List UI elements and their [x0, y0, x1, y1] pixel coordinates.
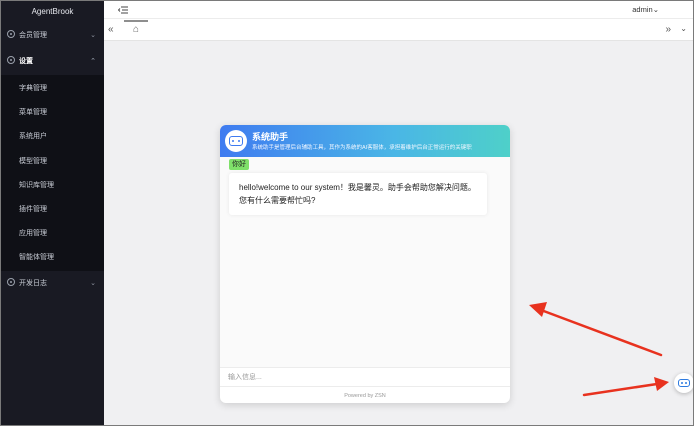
powered-by-footer: Powered by ZSN	[344, 393, 386, 399]
sidebar-item-applications[interactable]: 应用管理	[1, 222, 104, 246]
chat-header: 系统助手 系统助手是管理后台辅助工具，其作为系统的AI客服体，承担着维护后台正常…	[220, 125, 510, 157]
sidebar-menu-dev-log[interactable]: 开发日志 ⌄	[1, 271, 104, 297]
robot-icon	[678, 379, 690, 387]
settings-submenu: 字典管理 菜单管理 系统用户 模型管理 知识库管理 插件管理 应用管理 智能体管…	[1, 75, 104, 271]
username: admin	[632, 5, 653, 14]
sidebar-item-menus[interactable]: 菜单管理	[1, 101, 104, 125]
sidebar-item-models[interactable]: 模型管理	[1, 150, 104, 174]
bot-message-line: 您有什么需要帮忙吗?	[239, 196, 316, 205]
gear-icon	[7, 277, 15, 286]
chat-title: 系统助手	[252, 132, 289, 142]
sidebar-item-plugins[interactable]: 插件管理	[1, 198, 104, 222]
sidebar-item-system-users[interactable]: 系统用户	[1, 125, 104, 149]
sidebar-menu-settings[interactable]: 设置 ⌃	[1, 49, 104, 75]
sidebar-menu-members[interactable]: 会员管理 ⌄	[1, 23, 104, 49]
chat-subtitle: 系统助手是管理后台辅助工具，其作为系统的AI客服体，承担着维护后台正常运行的关键…	[252, 145, 472, 151]
chat-input-bar	[220, 367, 510, 387]
home-icon: ⌂	[132, 24, 140, 35]
sidebar-menu-label: 开发日志	[19, 279, 47, 287]
sidebar-item-dictionary[interactable]: 字典管理	[1, 77, 104, 101]
menu-fold-icon[interactable]	[118, 5, 128, 15]
assistant-float-button[interactable]	[674, 373, 693, 393]
app-window: AgentBrook 会员管理 ⌄ 设置 ⌃ 字典管理 菜单管理 系统用户 模型…	[0, 0, 694, 426]
bot-message-bubble: hello!welcome to our system！我是馨灵。助手会帮助您解…	[229, 173, 487, 215]
scroll-left-icon[interactable]: «	[108, 24, 114, 35]
chevron-up-icon: ⌃	[90, 58, 96, 65]
chevron-down-icon: ⌄	[652, 5, 659, 14]
tags-bar: « ⌂ » ⌄	[104, 19, 693, 41]
sidebar-menu-label: 设置	[19, 58, 33, 65]
chevron-down-icon: ⌄	[90, 32, 96, 39]
user-message-bubble: 你好	[229, 159, 249, 170]
robot-icon	[225, 130, 247, 152]
sidebar-menu-label: 会员管理	[19, 32, 47, 39]
top-header: admin⌄	[104, 1, 693, 19]
assistant-chat-window: 系统助手 系统助手是管理后台辅助工具，其作为系统的AI客服体，承担着维护后台正常…	[220, 125, 510, 403]
tab-home[interactable]: ⌂	[124, 20, 148, 40]
brand-logo: AgentBrook	[31, 7, 74, 16]
bot-message-line: hello!welcome to our system！我是馨灵。助手会帮助您解…	[239, 183, 476, 192]
chevron-down-icon: ⌄	[90, 279, 96, 287]
gear-icon	[7, 30, 15, 38]
sidebar-item-agents[interactable]: 智能体管理	[1, 246, 104, 270]
tags-more-icon[interactable]: ⌄	[680, 24, 687, 33]
chat-message-input[interactable]	[228, 368, 498, 386]
user-menu[interactable]: admin⌄	[632, 5, 659, 14]
sidebar-item-knowledge-base[interactable]: 知识库管理	[1, 174, 104, 198]
sidebar: AgentBrook 会员管理 ⌄ 设置 ⌃ 字典管理 菜单管理 系统用户 模型…	[1, 1, 104, 425]
gear-icon	[7, 56, 15, 64]
scroll-right-icon[interactable]: »	[665, 24, 671, 35]
